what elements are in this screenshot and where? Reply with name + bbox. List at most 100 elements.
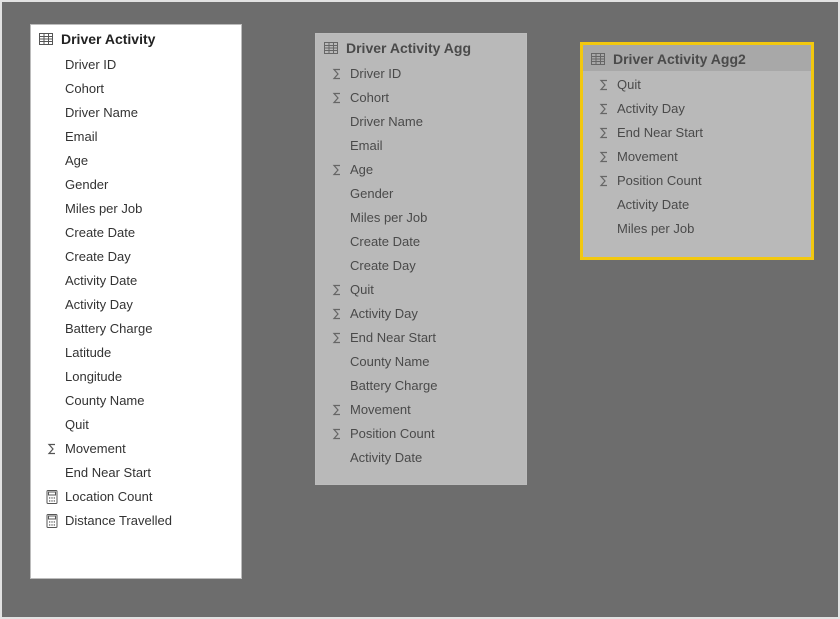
field-row[interactable]: Movement	[583, 145, 811, 169]
field-label: Distance Travelled	[65, 511, 233, 531]
table-panel-driver-activity[interactable]: Driver Activity Driver ID CohortDriver Na…	[30, 24, 242, 579]
table-icon	[591, 53, 605, 65]
field-row[interactable]: Driver Name	[31, 101, 241, 125]
field-label: Email	[65, 127, 233, 147]
panel-header: Driver Activity	[31, 25, 241, 51]
field-row[interactable]: Email	[31, 125, 241, 149]
sigma-icon	[324, 284, 350, 296]
field-label: Create Day	[65, 247, 233, 267]
field-row[interactable]: Driver Name	[316, 110, 526, 134]
field-label: Position Count	[617, 171, 803, 191]
field-label: Latitude	[65, 343, 233, 363]
field-label: County Name	[65, 391, 233, 411]
field-label: Create Date	[65, 223, 233, 243]
field-label: Quit	[65, 415, 233, 435]
panel-header: Driver Activity Agg	[316, 34, 526, 60]
field-row[interactable]: Movement	[31, 437, 241, 461]
panel-body: Driver ID CohortDriver NameEmail Age Gender…	[31, 51, 241, 547]
field-row[interactable]: Gender	[316, 182, 526, 206]
field-row[interactable]: Position Count	[583, 169, 811, 193]
field-row[interactable]: Battery Charge	[316, 374, 526, 398]
field-label: Battery Charge	[350, 376, 518, 396]
field-row[interactable]: Gender	[31, 173, 241, 197]
field-row[interactable]: Activity Date	[31, 269, 241, 293]
table-icon	[324, 42, 338, 54]
field-row[interactable]: Miles per Job	[583, 217, 811, 241]
field-label: Movement	[617, 147, 803, 167]
field-label: Age	[65, 151, 233, 171]
field-label: Driver ID	[350, 64, 518, 84]
field-row[interactable]: Cohort	[31, 77, 241, 101]
field-row[interactable]: Battery Charge	[31, 317, 241, 341]
field-label: Miles per Job	[350, 208, 518, 228]
field-row[interactable]: Age	[31, 149, 241, 173]
table-panel-driver-activity-agg[interactable]: Driver Activity Agg Driver IDCohortDrive…	[315, 33, 527, 485]
field-row[interactable]: Create Day	[316, 254, 526, 278]
field-row[interactable]: Miles per Job	[31, 197, 241, 221]
field-row[interactable]: Miles per Job	[316, 206, 526, 230]
field-label: Activity Date	[617, 195, 803, 215]
field-label: County Name	[350, 352, 518, 372]
field-label: Activity Day	[617, 99, 803, 119]
field-row[interactable]: Quit	[316, 278, 526, 302]
field-label: Driver Name	[350, 112, 518, 132]
field-row[interactable]: Activity Day	[583, 97, 811, 121]
field-label: Gender	[65, 175, 233, 195]
panel-title: Driver Activity Agg	[346, 40, 471, 56]
field-row[interactable]: Latitude	[31, 341, 241, 365]
field-row[interactable]: Create Date	[31, 221, 241, 245]
calculator-icon	[39, 514, 65, 528]
field-row[interactable]: Activity Day	[316, 302, 526, 326]
field-row[interactable]: County Name	[31, 389, 241, 413]
field-row[interactable]: End Near Start	[316, 326, 526, 350]
panel-title: Driver Activity	[61, 31, 155, 47]
panel-body: Driver IDCohortDriver Name EmailAgeGender…	[316, 60, 526, 484]
field-row[interactable]: Distance Travelled	[31, 509, 241, 533]
field-row[interactable]: Quit	[31, 413, 241, 437]
sigma-icon	[591, 79, 617, 91]
field-label: Quit	[617, 75, 803, 95]
field-label: Quit	[350, 280, 518, 300]
field-label: Location Count	[65, 487, 233, 507]
field-row[interactable]: Location Count	[31, 485, 241, 509]
field-label: Miles per Job	[65, 199, 233, 219]
field-label: Driver ID	[65, 55, 233, 75]
field-label: Position Count	[350, 424, 518, 444]
sigma-icon	[39, 443, 65, 455]
field-row[interactable]: Activity Date	[583, 193, 811, 217]
field-row[interactable]: Age	[316, 158, 526, 182]
field-label: Miles per Job	[617, 219, 803, 239]
field-row[interactable]: Activity Date	[316, 446, 526, 470]
field-row[interactable]: Create Day	[31, 245, 241, 269]
sigma-icon	[324, 308, 350, 320]
field-row[interactable]: Driver ID	[316, 62, 526, 86]
field-row[interactable]: Movement	[316, 398, 526, 422]
field-row[interactable]: Cohort	[316, 86, 526, 110]
sigma-icon	[324, 68, 350, 80]
panel-title: Driver Activity Agg2	[613, 51, 746, 67]
field-row[interactable]: Driver ID	[31, 53, 241, 77]
field-label: Movement	[65, 439, 233, 459]
field-row[interactable]: Email	[316, 134, 526, 158]
field-row[interactable]: End Near Start	[31, 461, 241, 485]
field-row[interactable]: End Near Start	[583, 121, 811, 145]
calculator-icon	[39, 490, 65, 504]
table-panel-driver-activity-agg2[interactable]: Driver Activity Agg2 Quit Activity DayEnd…	[580, 42, 814, 260]
sigma-icon	[324, 428, 350, 440]
sigma-icon	[591, 103, 617, 115]
field-label: Create Day	[350, 256, 518, 276]
panel-header: Driver Activity Agg2	[583, 45, 811, 71]
sigma-icon	[591, 151, 617, 163]
field-row[interactable]: Create Date	[316, 230, 526, 254]
field-row[interactable]: Quit	[583, 73, 811, 97]
field-row[interactable]: Position Count	[316, 422, 526, 446]
sigma-icon	[324, 404, 350, 416]
field-label: Email	[350, 136, 518, 156]
field-row[interactable]: County Name	[316, 350, 526, 374]
field-row[interactable]: Longitude	[31, 365, 241, 389]
field-row[interactable]: Activity Day	[31, 293, 241, 317]
field-label: Create Date	[350, 232, 518, 252]
field-label: Cohort	[65, 79, 233, 99]
sigma-icon	[591, 127, 617, 139]
field-label: Movement	[350, 400, 518, 420]
